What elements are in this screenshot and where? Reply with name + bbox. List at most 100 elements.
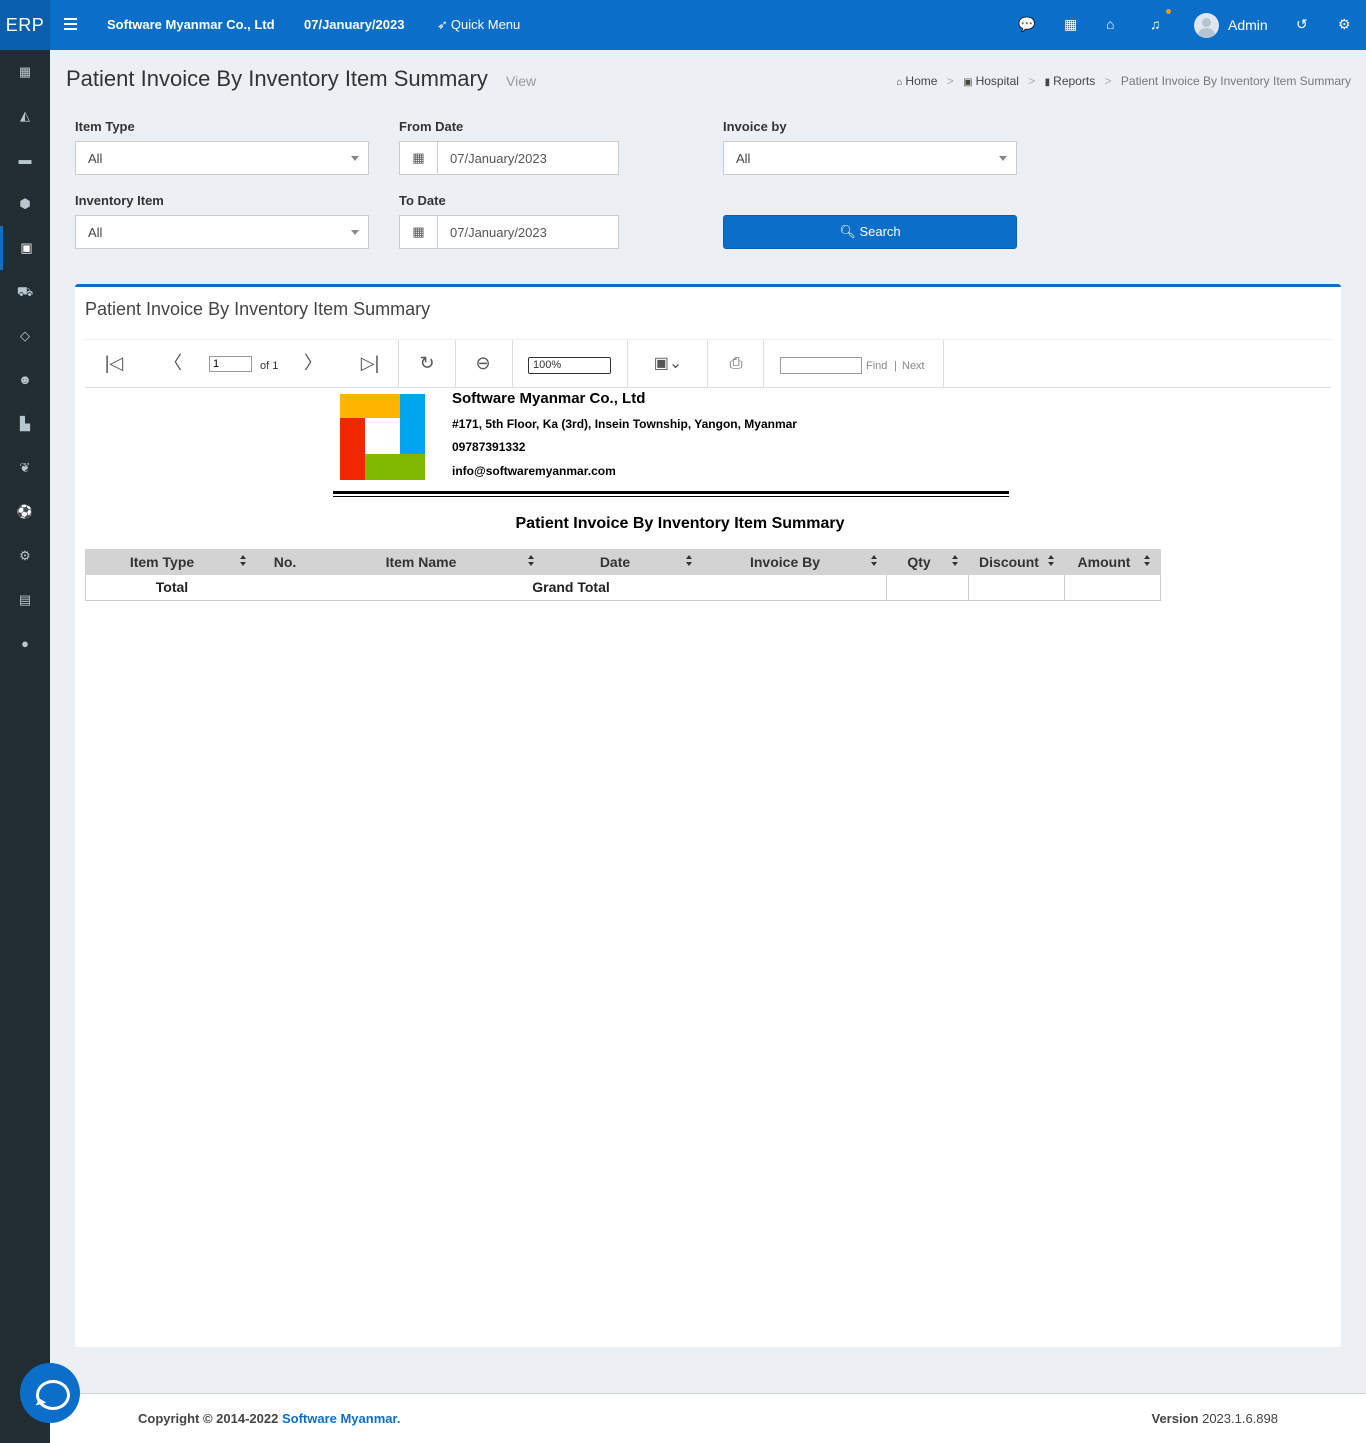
history-icon[interactable]: ↺ (1296, 16, 1308, 33)
bell-icon[interactable]: ♫ (1150, 16, 1161, 32)
separator (627, 340, 628, 387)
home-icon[interactable]: ⌂ (1106, 16, 1114, 32)
rocket-icon: ➶ (437, 17, 448, 32)
find-input[interactable] (780, 357, 862, 374)
zoom-select[interactable]: 100% (528, 357, 611, 374)
calendar-icon[interactable]: ▦ (400, 142, 438, 174)
item-type-label: Item Type (75, 119, 135, 134)
users-icon[interactable]: ☻ (0, 358, 50, 402)
company-link[interactable]: Software Myanmar. (282, 1411, 401, 1426)
find-link[interactable]: Find (866, 360, 887, 372)
report-title: Patient Invoice By Inventory Item Summar… (515, 515, 845, 532)
page-number-input[interactable] (209, 356, 252, 372)
column-header-item-name[interactable]: Item Name (351, 549, 491, 575)
column-header-qty[interactable]: Qty (889, 549, 949, 575)
to-date-field[interactable]: ▦ 07/January/2023 (399, 215, 619, 249)
inventory-item-select[interactable]: All (75, 215, 369, 249)
find-separator: | (894, 360, 897, 372)
column-header-discount[interactable]: Discount (969, 549, 1049, 575)
separator (512, 340, 513, 387)
avatar[interactable] (1194, 13, 1219, 38)
save-export-icon[interactable]: ▣⌄ (648, 340, 688, 387)
back-arrow-icon[interactable]: ⊖ (472, 340, 494, 387)
column-header-amount[interactable]: Amount (1064, 549, 1144, 575)
building-icon[interactable]: ▦ (1064, 16, 1077, 33)
separator (707, 340, 708, 387)
calendar-icon[interactable]: ▦ (400, 216, 438, 248)
column-header-item-type[interactable]: Item Type (107, 549, 217, 575)
user-name[interactable]: Admin (1228, 17, 1268, 33)
sidebar: ▦ ◭ ▬ ⬢ ▣ ⛟ ◇ ☻ ▙ ❦ ⚽ ⚙ ▤ ● (0, 50, 50, 1443)
total-qty (887, 575, 968, 600)
sort-icon[interactable] (871, 555, 878, 568)
breadcrumb-reports[interactable]: Reports (1053, 74, 1095, 88)
refresh-icon[interactable]: ↻ (416, 340, 438, 387)
chat-widget-icon[interactable] (20, 1363, 80, 1423)
column-header-invoice-by[interactable]: Invoice By (725, 549, 845, 575)
invoice-by-value: All (736, 151, 751, 166)
column-header-date[interactable]: Date (565, 549, 665, 575)
version-label: Version (1151, 1411, 1199, 1426)
first-page-icon[interactable]: |◁ (103, 340, 125, 387)
leaf-icon[interactable]: ❦ (0, 446, 50, 490)
from-date-value: 07/January/2023 (450, 151, 547, 166)
total-amount (1065, 575, 1160, 600)
app-logo[interactable]: ERP (0, 0, 50, 50)
report-email: info@softwaremyanmar.com (452, 464, 616, 478)
chevron-down-icon (999, 156, 1007, 161)
printer-icon[interactable]: ⎙ (724, 340, 748, 387)
last-page-icon[interactable]: ▷| (359, 340, 381, 387)
soccer-ball-icon[interactable]: ⚽ (0, 490, 50, 534)
shopping-cart-icon[interactable]: ⛟ (0, 270, 50, 314)
top-navbar: ERP Software Myanmar Co., Ltd 07/January… (0, 0, 1366, 50)
inventory-item-value: All (88, 225, 103, 240)
separator (943, 340, 944, 387)
hamburger-menu-icon[interactable] (64, 18, 77, 30)
breadcrumb-current: Patient Invoice By Inventory Item Summar… (1120, 74, 1351, 88)
home-icon: ⌂ (896, 77, 903, 88)
sort-icon[interactable] (240, 555, 247, 568)
breadcrumb-hospital[interactable]: Hospital (976, 74, 1019, 88)
credit-card-icon[interactable]: ▬ (0, 138, 50, 182)
table-header: Item Type No. Item Name Date Invoice By … (85, 549, 1161, 575)
next-page-icon[interactable]: 〉 (303, 340, 323, 387)
book-icon[interactable]: ▤ (0, 578, 50, 622)
column-header-no: No. (273, 554, 297, 570)
sort-icon[interactable] (952, 555, 959, 568)
company-name[interactable]: Software Myanmar Co., Ltd (107, 17, 275, 32)
comment-icon[interactable]: ● (0, 622, 50, 666)
clipboard-hospital-icon[interactable]: ▣ (0, 226, 50, 270)
cube-icon[interactable]: ⬢ (0, 182, 50, 226)
page-subtitle: View (506, 73, 537, 89)
wechat-icon[interactable]: 💬 (1018, 16, 1035, 33)
report-phone: 09787391332 (452, 440, 526, 454)
invoice-by-select[interactable]: All (723, 141, 1017, 175)
gear-icon[interactable]: ⚙ (1338, 16, 1351, 33)
quick-menu-button[interactable]: ➶ Quick Menu (437, 17, 520, 33)
previous-page-icon[interactable]: 〈 (163, 340, 183, 387)
breadcrumb-home[interactable]: Home (905, 74, 937, 88)
diamond-icon[interactable]: ◇ (0, 314, 50, 358)
from-date-field[interactable]: ▦ 07/January/2023 (399, 141, 619, 175)
separator (398, 340, 399, 387)
item-type-select[interactable]: All (75, 141, 369, 175)
report-panel-title: Patient Invoice By Inventory Item Summar… (85, 299, 431, 319)
to-date-label: To Date (399, 193, 446, 208)
sort-icon[interactable] (1144, 555, 1151, 568)
separator (763, 340, 764, 387)
copyright-text: Copyright © 2014-2022 (138, 1411, 282, 1426)
sort-icon[interactable] (1048, 555, 1055, 568)
search-button-label: Search (859, 224, 901, 239)
industry-icon[interactable]: ▙ (0, 402, 50, 446)
to-date-value: 07/January/2023 (450, 225, 547, 240)
gear-icon[interactable]: ⚙ (0, 534, 50, 578)
report-viewer-toolbar: |◁ 〈 of 1 〉 ▷| ↻ ⊖ 100% ▣⌄ ⎙ Find | Next (85, 340, 1331, 388)
total-discount (969, 575, 1064, 600)
search-button[interactable]: 🔍︎ Search (723, 215, 1017, 249)
chevron-down-icon (351, 230, 359, 235)
sort-icon[interactable] (528, 555, 535, 568)
sort-icon[interactable] (686, 555, 693, 568)
area-chart-icon[interactable]: ◭ (0, 94, 50, 138)
calculator-icon[interactable]: ▦ (0, 50, 50, 94)
find-next-link[interactable]: Next (902, 360, 925, 372)
